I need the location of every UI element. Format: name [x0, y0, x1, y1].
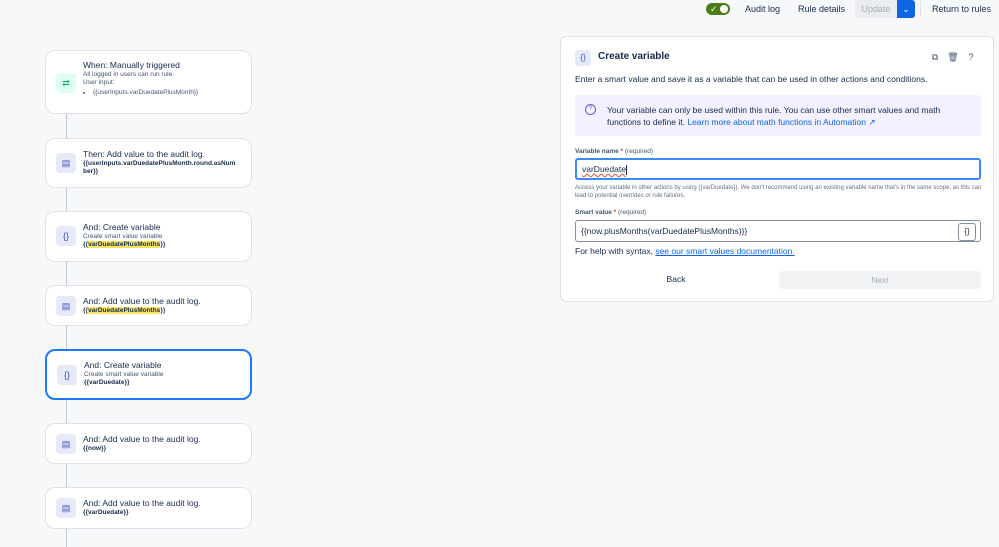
step-card[interactable]: ▤ And: Add value to the audit log. {{now…	[45, 423, 252, 464]
text-cursor	[625, 164, 627, 175]
card-value: {{varDuedatePlusMonths}}	[83, 307, 243, 315]
audit-log-icon: ▤	[56, 498, 76, 518]
step-card-selected[interactable]: {} And: Create variable Create smart val…	[45, 349, 252, 400]
card-value: {{now}}	[83, 445, 107, 452]
variable-help-text: Access your variable in other actions by…	[575, 185, 982, 199]
step-card[interactable]: {} And: Create variable Create smart val…	[45, 211, 252, 262]
label-text: Variable name	[575, 148, 619, 155]
card-value: {{varDuedate}}	[84, 379, 130, 386]
syntax-text: For help with syntax,	[575, 246, 653, 256]
variable-icon: {}	[575, 50, 591, 66]
value-suffix: }}	[160, 307, 166, 314]
audit-log-icon: ▤	[56, 153, 76, 173]
card-title: And: Create variable	[83, 222, 161, 232]
discovery-icon: ?	[585, 104, 596, 115]
variable-icon: {}	[57, 365, 77, 385]
required-text: (required)	[624, 148, 654, 155]
label-text: Smart value	[575, 209, 612, 216]
rule-details-button[interactable]: Rule details	[792, 0, 851, 18]
smart-value-input[interactable]: {{now.plusMonths(varDuedatePlusMonths)}}…	[575, 220, 981, 242]
rule-enabled-toggle[interactable]: ✓	[706, 3, 730, 15]
variable-name-input[interactable]: varDuedate	[575, 158, 981, 180]
update-button[interactable]: Update	[855, 0, 897, 18]
audit-log-button[interactable]: Audit log	[739, 0, 786, 18]
input-value: varDuedate	[582, 164, 626, 174]
smart-value-picker-button[interactable]: {}	[958, 223, 976, 241]
trash-icon[interactable]: 🗑	[947, 51, 959, 63]
highlighted-value: varDuedatePlusMonths	[88, 307, 161, 314]
math-functions-link[interactable]: Learn more about math functions in Autom…	[687, 117, 875, 127]
audit-log-icon: ▤	[56, 434, 76, 454]
card-title: And: Add value to the audit log.	[83, 498, 201, 508]
variable-icon: {}	[56, 226, 76, 246]
step-card[interactable]: ▤ Then: Add value to the audit log. {{us…	[45, 138, 252, 188]
next-button[interactable]: Next	[779, 271, 981, 289]
info-text: Your variable can only be used within th…	[607, 104, 967, 128]
card-value: {{varDuedate}}	[83, 509, 129, 516]
smart-values-docs-link[interactable]: see our smart values documentation.	[655, 246, 794, 256]
card-title: And: Add value to the audit log.	[83, 434, 201, 444]
panel-title: Create variable	[598, 51, 670, 62]
manual-trigger-icon: ⇄	[56, 73, 76, 93]
card-title: Then: Add value to the audit log.	[83, 149, 205, 159]
card-sub: Create smart value variable	[83, 233, 163, 240]
required-mark: *	[620, 148, 624, 155]
value-suffix: }}	[160, 241, 166, 248]
list-item: {{userInputs.varDuedatePlusMonth}}	[93, 89, 243, 96]
card-title: When: Manually triggered	[83, 60, 180, 70]
card-title: And: Add value to the audit log.	[83, 296, 201, 306]
return-to-rules-button[interactable]: Return to rules	[926, 0, 997, 18]
variable-name-label: Variable name * (required)	[575, 148, 653, 155]
card-sub: All logged in users can run rule.	[83, 71, 175, 78]
divider	[920, 1, 921, 17]
braces-icon: {}	[964, 227, 970, 236]
highlighted-value: varDuedatePlusMonths	[88, 241, 161, 248]
step-card[interactable]: ▤ And: Add value to the audit log. {{var…	[45, 285, 252, 326]
card-sub: Create smart value variable	[84, 371, 164, 378]
info-box: ? Your variable can only be used within …	[575, 95, 981, 136]
required-mark: *	[613, 209, 617, 216]
card-title: And: Create variable	[84, 360, 162, 370]
syntax-help: For help with syntax, see our smart valu…	[575, 246, 795, 256]
check-icon: ✓	[710, 4, 718, 14]
user-input-list: {{userInputs.varDuedatePlusMonth}}	[83, 89, 243, 96]
smart-value-label: Smart value * (required)	[575, 209, 646, 216]
input-value: {{now.plusMonths(varDuedatePlusMonths)}}	[581, 226, 748, 236]
update-dropdown-button[interactable]: ⌄	[897, 0, 915, 18]
required-text: (required)	[618, 209, 647, 216]
audit-log-icon: ▤	[56, 296, 76, 316]
chevron-down-icon: ⌄	[902, 4, 910, 14]
help-icon[interactable]: ?	[965, 51, 977, 63]
toggle-knob	[720, 5, 728, 13]
card-value: {{varDuedatePlusMonths}}	[83, 241, 243, 249]
duplicate-icon[interactable]: ⧉	[929, 51, 941, 63]
back-button[interactable]: Back	[651, 271, 701, 288]
create-variable-panel: {} Create variable ⧉ 🗑 ? Enter a smart v…	[560, 36, 994, 302]
step-card[interactable]: ▤ And: Add value to the audit log. {{var…	[45, 487, 252, 529]
card-sub: User input:	[83, 79, 115, 86]
card-value: {{userInputs.varDuedatePlusMonth.round.a…	[83, 160, 236, 175]
trigger-card[interactable]: ⇄ When: Manually triggered All logged in…	[45, 50, 252, 114]
panel-description: Enter a smart value and save it as a var…	[575, 74, 928, 84]
